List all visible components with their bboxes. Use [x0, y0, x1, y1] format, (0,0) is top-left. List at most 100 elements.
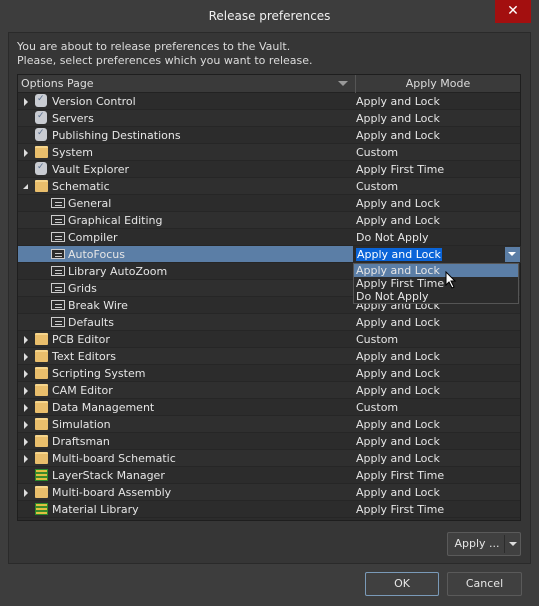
page-icon: [51, 300, 65, 310]
table-row[interactable]: Vault Explorer Apply First Time: [18, 159, 520, 178]
table-row[interactable]: Defaults Apply and Lock: [18, 314, 520, 331]
options-page-cell[interactable]: CAM Editor: [18, 382, 354, 398]
apply-mode-cell[interactable]: Apply and Lock: [356, 484, 440, 501]
table-row[interactable]: Publishing Destinations Apply and Lock: [18, 125, 520, 144]
table-row[interactable]: System Custom: [18, 144, 520, 161]
options-page-cell[interactable]: LayerStack Manager: [18, 467, 354, 483]
expand-closed-icon[interactable]: [24, 404, 28, 412]
chevron-down-icon[interactable]: [509, 542, 517, 546]
table-row[interactable]: Data Management Custom: [18, 399, 520, 416]
options-page-cell[interactable]: PCB Editor: [18, 331, 354, 347]
ok-button[interactable]: OK: [365, 572, 439, 596]
options-page-cell[interactable]: Library AutoZoom: [18, 263, 354, 279]
table-row[interactable]: Draftsman Apply and Lock: [18, 433, 520, 450]
expand-closed-icon[interactable]: [24, 370, 28, 378]
options-page-cell[interactable]: Multi-board Assembly: [18, 484, 354, 500]
table-row[interactable]: CAM Editor Apply and Lock: [18, 382, 520, 399]
column-header-options-page[interactable]: Options Page: [21, 75, 94, 93]
options-page-cell[interactable]: Compiler: [18, 229, 354, 245]
cancel-button[interactable]: Cancel: [447, 572, 522, 596]
expand-open-icon[interactable]: [23, 184, 28, 189]
options-page-cell[interactable]: Simulation: [18, 416, 354, 432]
column-header-apply-mode[interactable]: Apply Mode: [355, 75, 520, 93]
table-row[interactable]: Material Library Apply First Time: [18, 501, 520, 518]
page-icon: [51, 249, 65, 259]
expand-closed-icon[interactable]: [24, 353, 28, 361]
expand-closed-icon[interactable]: [24, 149, 28, 157]
apply-mode-cell[interactable]: Apply First Time: [356, 161, 444, 178]
apply-mode-cell[interactable]: Custom: [356, 178, 398, 195]
apply-mode-cell[interactable]: Apply and Lock: [356, 382, 440, 399]
row-label: LayerStack Manager: [52, 469, 165, 482]
options-page-cell[interactable]: Data Management: [18, 399, 354, 415]
options-page-cell[interactable]: Vault Explorer: [18, 159, 354, 177]
table-row[interactable]: Multi-board Assembly Apply and Lock: [18, 484, 520, 501]
options-page-cell[interactable]: Multi-board Schematic: [18, 450, 354, 466]
table-row[interactable]: Multi-board Schematic Apply and Lock: [18, 450, 520, 467]
table-row[interactable]: AutoFocus Apply and Lock: [18, 246, 521, 263]
dropdown-option[interactable]: Apply First Time: [354, 277, 518, 290]
apply-mode-cell[interactable]: Do Not Apply: [356, 229, 429, 246]
expand-closed-icon[interactable]: [24, 455, 28, 463]
table-row[interactable]: Compiler Do Not Apply: [18, 229, 520, 246]
options-page-cell[interactable]: Graphical Editing: [18, 212, 354, 228]
expand-closed-icon[interactable]: [24, 489, 28, 497]
dropdown-arrow-icon[interactable]: [505, 247, 520, 262]
combobox-value[interactable]: Apply and Lock: [356, 248, 442, 261]
apply-mode-combobox[interactable]: Apply and Lock: [353, 246, 521, 263]
apply-mode-cell[interactable]: Apply and Lock: [356, 212, 440, 229]
apply-mode-cell[interactable]: Apply and Lock: [356, 314, 440, 331]
apply-mode-cell[interactable]: Apply and Lock: [356, 450, 440, 467]
options-page-cell[interactable]: Schematic: [18, 178, 354, 194]
sort-arrow-icon[interactable]: [338, 81, 348, 86]
apply-mode-cell[interactable]: Apply and Lock: [356, 433, 440, 450]
expand-closed-icon[interactable]: [24, 421, 28, 429]
options-page-cell[interactable]: Grids: [18, 280, 354, 296]
apply-mode-dropdown-list[interactable]: Apply and Lock Apply First Time Do Not A…: [353, 263, 519, 304]
apply-button-label[interactable]: Apply ...: [448, 533, 506, 555]
table-row[interactable]: Scripting System Apply and Lock: [18, 365, 520, 382]
apply-mode-cell[interactable]: Apply and Lock: [356, 416, 440, 433]
table-row[interactable]: LayerStack Manager Apply First Time: [18, 467, 520, 484]
apply-mode-cell[interactable]: Custom: [356, 144, 398, 161]
options-page-cell[interactable]: AutoFocus: [18, 246, 354, 262]
database-check-icon: [35, 125, 47, 142]
options-page-cell[interactable]: General: [18, 195, 354, 211]
apply-mode-cell[interactable]: Apply First Time: [356, 501, 444, 518]
table-row[interactable]: Schematic Custom: [18, 178, 520, 195]
apply-mode-cell[interactable]: Apply and Lock: [356, 195, 440, 212]
options-page-cell[interactable]: Version Control: [18, 91, 354, 109]
options-page-cell[interactable]: Publishing Destinations: [18, 125, 354, 143]
expand-closed-icon[interactable]: [24, 387, 28, 395]
apply-mode-cell[interactable]: Apply and Lock: [356, 365, 440, 382]
table-row[interactable]: Graphical Editing Apply and Lock: [18, 212, 520, 229]
dropdown-option[interactable]: Do Not Apply: [354, 290, 518, 303]
close-button[interactable]: ✕: [495, 0, 531, 23]
expand-closed-icon[interactable]: [24, 438, 28, 446]
apply-mode-cell[interactable]: Apply First Time: [356, 467, 444, 484]
apply-mode-cell[interactable]: Apply and Lock: [356, 127, 440, 144]
options-page-cell[interactable]: Draftsman: [18, 433, 354, 449]
expand-closed-icon[interactable]: [24, 336, 28, 344]
table-row[interactable]: Simulation Apply and Lock: [18, 416, 520, 433]
table-row[interactable]: General Apply and Lock: [18, 195, 520, 212]
apply-mode-cell[interactable]: Apply and Lock: [356, 110, 440, 127]
apply-mode-cell[interactable]: Apply and Lock: [356, 93, 440, 110]
options-page-cell[interactable]: System: [18, 144, 354, 160]
apply-split-button[interactable]: Apply ...: [447, 532, 521, 556]
options-page-cell[interactable]: Break Wire: [18, 297, 354, 313]
options-page-cell[interactable]: Servers: [18, 108, 354, 126]
options-page-cell[interactable]: Material Library: [18, 501, 354, 517]
options-page-cell[interactable]: Text Editors: [18, 348, 354, 364]
expand-closed-icon[interactable]: [24, 98, 28, 106]
table-row[interactable]: Servers Apply and Lock: [18, 108, 520, 127]
apply-mode-cell[interactable]: Apply and Lock: [356, 348, 440, 365]
options-page-cell[interactable]: Scripting System: [18, 365, 354, 381]
options-page-cell[interactable]: Defaults: [18, 314, 354, 330]
dropdown-option[interactable]: Apply and Lock: [354, 264, 518, 277]
apply-mode-cell[interactable]: Custom: [356, 399, 398, 416]
table-row[interactable]: PCB Editor Custom: [18, 331, 520, 348]
table-row[interactable]: Text Editors Apply and Lock: [18, 348, 520, 365]
apply-mode-cell[interactable]: Custom: [356, 331, 398, 348]
table-row[interactable]: Version Control Apply and Lock: [18, 91, 520, 110]
